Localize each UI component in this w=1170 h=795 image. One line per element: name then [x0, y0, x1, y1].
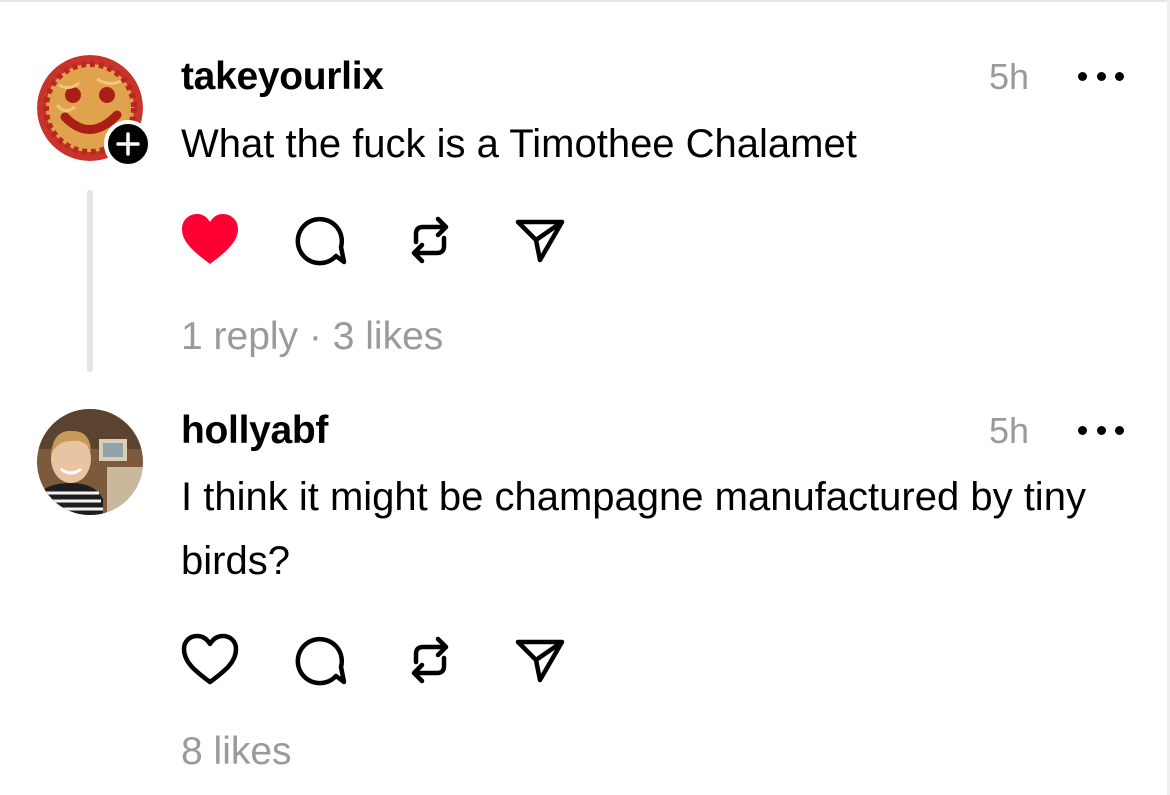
dot: [1115, 71, 1124, 81]
username[interactable]: takeyourlix: [181, 55, 384, 99]
like-button[interactable]: [180, 210, 240, 270]
comment-icon: [295, 636, 347, 686]
thread-post: hollyabf 5h I think it might be champagn…: [0, 390, 1170, 795]
dot: [1078, 425, 1087, 435]
dot: [1115, 425, 1124, 435]
heart-filled-icon: [182, 214, 238, 264]
post-text: I think it might be champagne manufactur…: [181, 475, 1086, 583]
like-button[interactable]: [180, 630, 240, 690]
timestamp: 5h: [989, 410, 1030, 451]
send-icon: [515, 639, 565, 683]
more-options-button[interactable]: [1078, 66, 1124, 86]
action-bar: [180, 210, 620, 270]
repost-icon: [411, 216, 449, 264]
post-text: What the fuck is a Timothee Chalamet: [181, 122, 857, 166]
dot: [1078, 71, 1087, 81]
timestamp: 5h: [989, 56, 1030, 97]
action-bar: [180, 630, 620, 690]
heart-outline-icon: [181, 633, 239, 685]
comment-icon: [295, 216, 347, 266]
plus-icon: [116, 132, 140, 156]
send-icon: [515, 219, 565, 263]
username[interactable]: hollyabf: [181, 409, 328, 453]
dot: [1096, 71, 1106, 81]
share-button[interactable]: [510, 210, 570, 270]
dot: [1096, 425, 1106, 435]
post-stats[interactable]: 8 likes: [181, 730, 292, 774]
follow-plus-button[interactable]: [104, 120, 152, 168]
post-stats[interactable]: 1 reply · 3 likes: [181, 315, 443, 359]
thread-post: takeyourlix 5h What the fuck is a Timoth…: [0, 0, 1170, 390]
reply-button[interactable]: [290, 630, 350, 690]
reply-button[interactable]: [290, 210, 350, 270]
share-button[interactable]: [510, 630, 570, 690]
avatar[interactable]: [37, 409, 143, 515]
profile-photo-avatar-icon: [37, 409, 143, 515]
repost-button[interactable]: [400, 630, 460, 690]
thread-connector-line: [87, 190, 93, 372]
repost-button[interactable]: [400, 210, 460, 270]
more-options-button[interactable]: [1078, 420, 1124, 440]
repost-icon: [411, 636, 449, 684]
